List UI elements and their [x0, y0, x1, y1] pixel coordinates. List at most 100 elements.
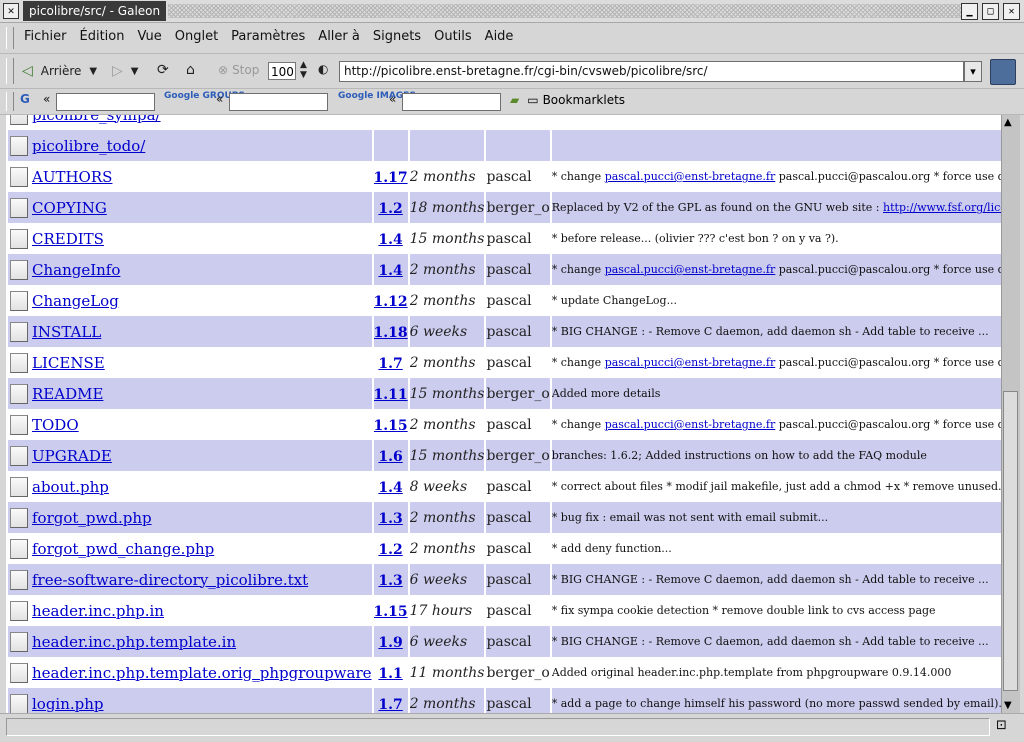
menu-item-3[interactable]: Onglet [175, 29, 218, 44]
revision-link[interactable]: 1.7 [378, 356, 402, 372]
back-button[interactable]: ◁ Arrière ▼ [22, 63, 97, 79]
file-link[interactable]: TODO [32, 416, 79, 434]
searchbar-grip[interactable] [6, 92, 14, 111]
file-icon[interactable] [10, 662, 28, 683]
revision-link[interactable]: 1.4 [378, 480, 402, 496]
revision-link[interactable]: 1.18 [374, 325, 408, 341]
minimize-icon[interactable]: ▁ [961, 3, 978, 20]
maximize-icon[interactable]: □ [982, 3, 999, 20]
home-button[interactable]: ⌂ [186, 62, 195, 78]
revision-link[interactable]: 1.1 [378, 666, 402, 682]
file-icon[interactable] [10, 538, 28, 559]
file-icon[interactable] [10, 259, 28, 280]
menu-item-2[interactable]: Vue [137, 29, 161, 44]
revision-link[interactable]: 1.4 [378, 232, 402, 248]
revision-link[interactable]: 1.7 [378, 697, 402, 713]
file-icon[interactable] [10, 414, 28, 435]
file-link[interactable]: CREDITS [32, 230, 104, 248]
url-dropdown-icon[interactable]: ▾ [964, 61, 982, 82]
file-link[interactable]: forgot_pwd.php [32, 509, 152, 527]
google-search-input[interactable] [56, 93, 155, 111]
log-link[interactable]: pascal.pucci@enst-bretagne.fr [605, 170, 776, 183]
file-icon[interactable] [10, 445, 28, 466]
file-icon[interactable] [10, 631, 28, 652]
vertical-scrollbar[interactable]: ▲ ▼ [1001, 115, 1020, 713]
revision-link[interactable]: 1.15 [374, 604, 408, 620]
file-link[interactable]: UPGRADE [32, 447, 112, 465]
zoom-spinner[interactable]: ▲ ▼ [300, 60, 307, 80]
file-link[interactable]: header.inc.php.in [32, 602, 164, 620]
folder-icon[interactable] [10, 115, 28, 125]
groups-arrow[interactable]: « [216, 92, 223, 106]
url-field[interactable]: http://picolibre.enst-bretagne.fr/cgi-bi… [339, 61, 964, 82]
menu-item-5[interactable]: Aller à [318, 29, 360, 44]
stop-button[interactable]: ⊗ Stop [218, 63, 259, 77]
file-link[interactable]: picolibre_sympa/ [32, 115, 161, 124]
file-icon[interactable] [10, 383, 28, 404]
groups-search-input[interactable] [229, 93, 328, 111]
file-link[interactable]: ChangeInfo [32, 261, 120, 279]
file-icon[interactable] [10, 507, 28, 528]
revision-link[interactable]: 1.12 [374, 294, 408, 310]
file-icon[interactable] [10, 166, 28, 187]
menu-item-1[interactable]: Édition [80, 29, 125, 44]
revision-link[interactable]: 1.4 [378, 263, 402, 279]
forward-history-icon[interactable]: ▼ [131, 66, 139, 77]
window-close-icon[interactable]: ✕ [3, 3, 19, 19]
file-link[interactable]: LICENSE [32, 354, 105, 372]
file-link[interactable]: header.inc.php.template.in [32, 633, 236, 651]
menu-item-0[interactable]: Fichier [24, 29, 67, 44]
log-link[interactable]: pascal.pucci@enst-bretagne.fr [605, 263, 776, 276]
file-icon[interactable] [10, 569, 28, 590]
security-icon[interactable]: ⊡ [996, 718, 1007, 733]
folder-icon[interactable] [10, 135, 28, 156]
file-link[interactable]: ChangeLog [32, 292, 119, 310]
page-info-icon[interactable]: ◐ [318, 62, 328, 76]
log-link[interactable]: pascal.pucci@enst-bretagne.fr [605, 418, 776, 431]
revision-link[interactable]: 1.9 [378, 635, 402, 651]
file-icon[interactable] [10, 321, 28, 342]
menu-item-6[interactable]: Signets [373, 29, 421, 44]
file-link[interactable]: COPYING [32, 199, 107, 217]
images-arrow[interactable]: « [389, 92, 396, 106]
back-history-icon[interactable]: ▼ [89, 66, 97, 77]
menu-item-8[interactable]: Aide [485, 29, 514, 44]
zoom-down-icon[interactable]: ▼ [300, 70, 307, 80]
images-search-input[interactable] [402, 93, 501, 111]
scroll-up-icon[interactable]: ▲ [1004, 117, 1012, 128]
throbber-icon[interactable] [990, 59, 1016, 85]
revision-link[interactable]: 1.3 [378, 511, 402, 527]
scroll-thumb[interactable] [1003, 391, 1018, 691]
revision-link[interactable]: 1.11 [374, 387, 408, 403]
close-icon[interactable]: ✕ [1003, 3, 1020, 20]
menu-item-7[interactable]: Outils [434, 29, 472, 44]
file-link[interactable]: header.inc.php.template.orig_phpgroupwar… [32, 664, 372, 682]
bookmarklets-folder[interactable]: ▰ ▭ Bookmarklets [510, 93, 625, 107]
file-link[interactable]: README [32, 385, 103, 403]
zoom-input[interactable]: 100 [268, 62, 296, 80]
file-icon[interactable] [10, 693, 28, 713]
file-link[interactable]: free-software-directory_picolibre.txt [32, 571, 308, 589]
google-icon[interactable]: G [20, 92, 30, 106]
revision-link[interactable]: 1.2 [378, 201, 402, 217]
file-link[interactable]: login.php [32, 695, 104, 713]
scroll-down-icon[interactable]: ▼ [1004, 700, 1012, 711]
revision-link[interactable]: 1.6 [378, 449, 402, 465]
revision-link[interactable]: 1.17 [374, 170, 408, 186]
file-icon[interactable] [10, 476, 28, 497]
menubar-grip[interactable] [6, 27, 14, 49]
google-arrow[interactable]: « [43, 92, 50, 106]
revision-link[interactable]: 1.3 [378, 573, 402, 589]
file-icon[interactable] [10, 600, 28, 621]
file-icon[interactable] [10, 290, 28, 311]
revision-link[interactable]: 1.2 [378, 542, 402, 558]
menu-item-4[interactable]: Paramètres [231, 29, 305, 44]
file-icon[interactable] [10, 197, 28, 218]
zoom-up-icon[interactable]: ▲ [300, 60, 307, 70]
reload-button[interactable]: ⟳ [157, 62, 169, 78]
toolbar-grip[interactable] [6, 58, 14, 84]
log-link[interactable]: pascal.pucci@enst-bretagne.fr [605, 356, 776, 369]
file-link[interactable]: AUTHORS [32, 168, 112, 186]
log-link[interactable]: http://www.fsf.org/lice... [883, 201, 1001, 214]
file-link[interactable]: INSTALL [32, 323, 101, 341]
